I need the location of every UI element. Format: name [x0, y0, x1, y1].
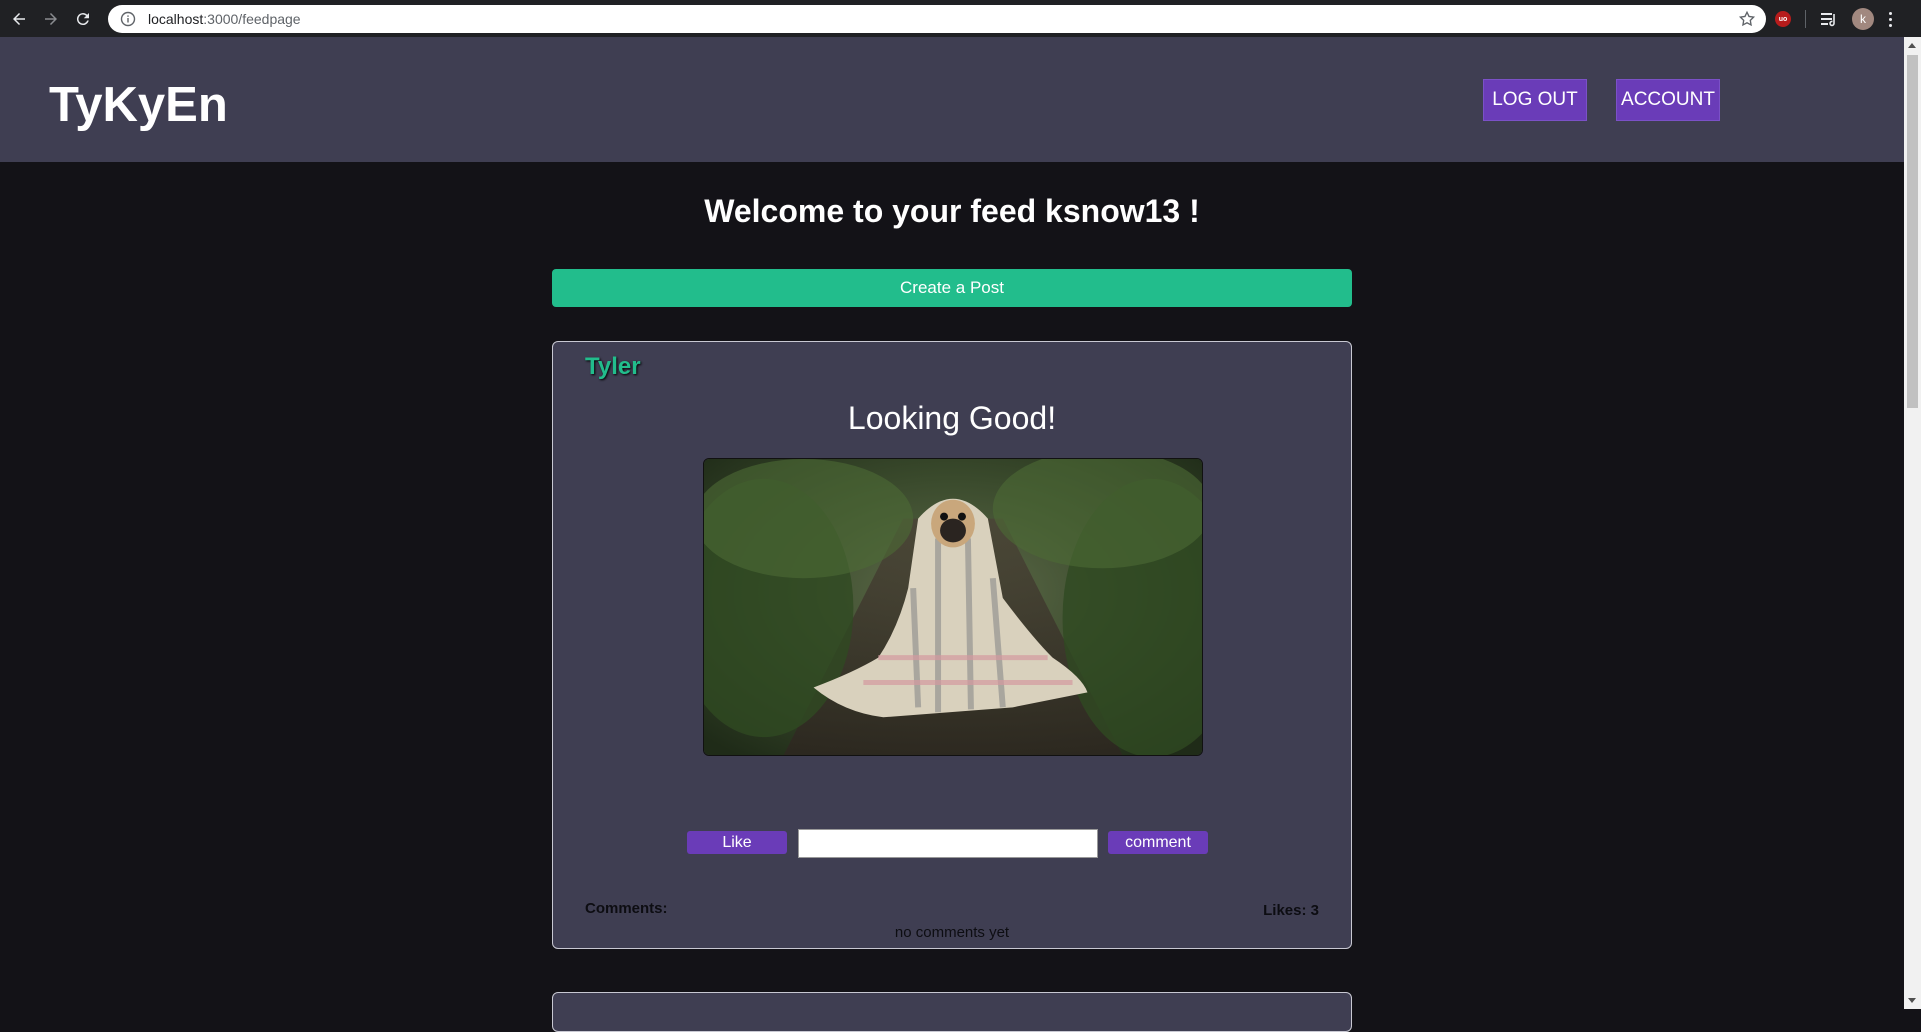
post-author[interactable]: Tyler — [585, 353, 641, 381]
ublock-extension-icon[interactable]: uo — [1775, 11, 1791, 27]
reading-list-icon[interactable] — [1820, 10, 1838, 28]
toolbar-divider — [1805, 10, 1806, 28]
app-header: TyKyEn LOG OUT ACCOUNT — [0, 37, 1904, 162]
scroll-up-icon[interactable] — [1908, 43, 1916, 48]
forward-icon[interactable] — [38, 6, 64, 32]
no-comments-text: no comments yet — [894, 924, 1010, 941]
page-scrollbar[interactable] — [1904, 37, 1921, 1009]
url-text: localhost:3000/feedpage — [148, 11, 301, 27]
reload-icon[interactable] — [70, 6, 96, 32]
comments-heading: Comments: — [585, 900, 668, 917]
logout-button[interactable]: LOG OUT — [1483, 79, 1587, 121]
bookmark-star-icon[interactable] — [1738, 10, 1756, 28]
info-icon[interactable] — [120, 11, 136, 27]
back-icon[interactable] — [6, 6, 32, 32]
like-button[interactable]: Like — [687, 831, 787, 854]
post-title: Looking Good! — [847, 400, 1057, 436]
comment-input[interactable] — [798, 829, 1098, 858]
comment-button[interactable]: comment — [1108, 831, 1208, 854]
browser-menu-icon[interactable] — [1888, 11, 1892, 27]
post-image — [703, 458, 1203, 756]
browser-toolbar: localhost:3000/feedpage uo k — [0, 0, 1921, 37]
address-bar[interactable]: localhost:3000/feedpage — [108, 5, 1766, 33]
create-post-button[interactable]: Create a Post — [552, 269, 1352, 307]
post-card: Tyler Looking Good! Like comment Comment… — [552, 341, 1352, 949]
scroll-down-icon[interactable] — [1908, 998, 1916, 1003]
profile-avatar[interactable]: k — [1852, 8, 1874, 30]
scroll-thumb[interactable] — [1907, 55, 1918, 408]
next-post-card — [552, 992, 1352, 1032]
welcome-heading: Welcome to your feed ksnow13 ! — [704, 193, 1200, 229]
likes-count: Likes: 3 — [1263, 902, 1319, 919]
account-button[interactable]: ACCOUNT — [1616, 79, 1720, 121]
brand-logo[interactable]: TyKyEn — [49, 77, 228, 133]
